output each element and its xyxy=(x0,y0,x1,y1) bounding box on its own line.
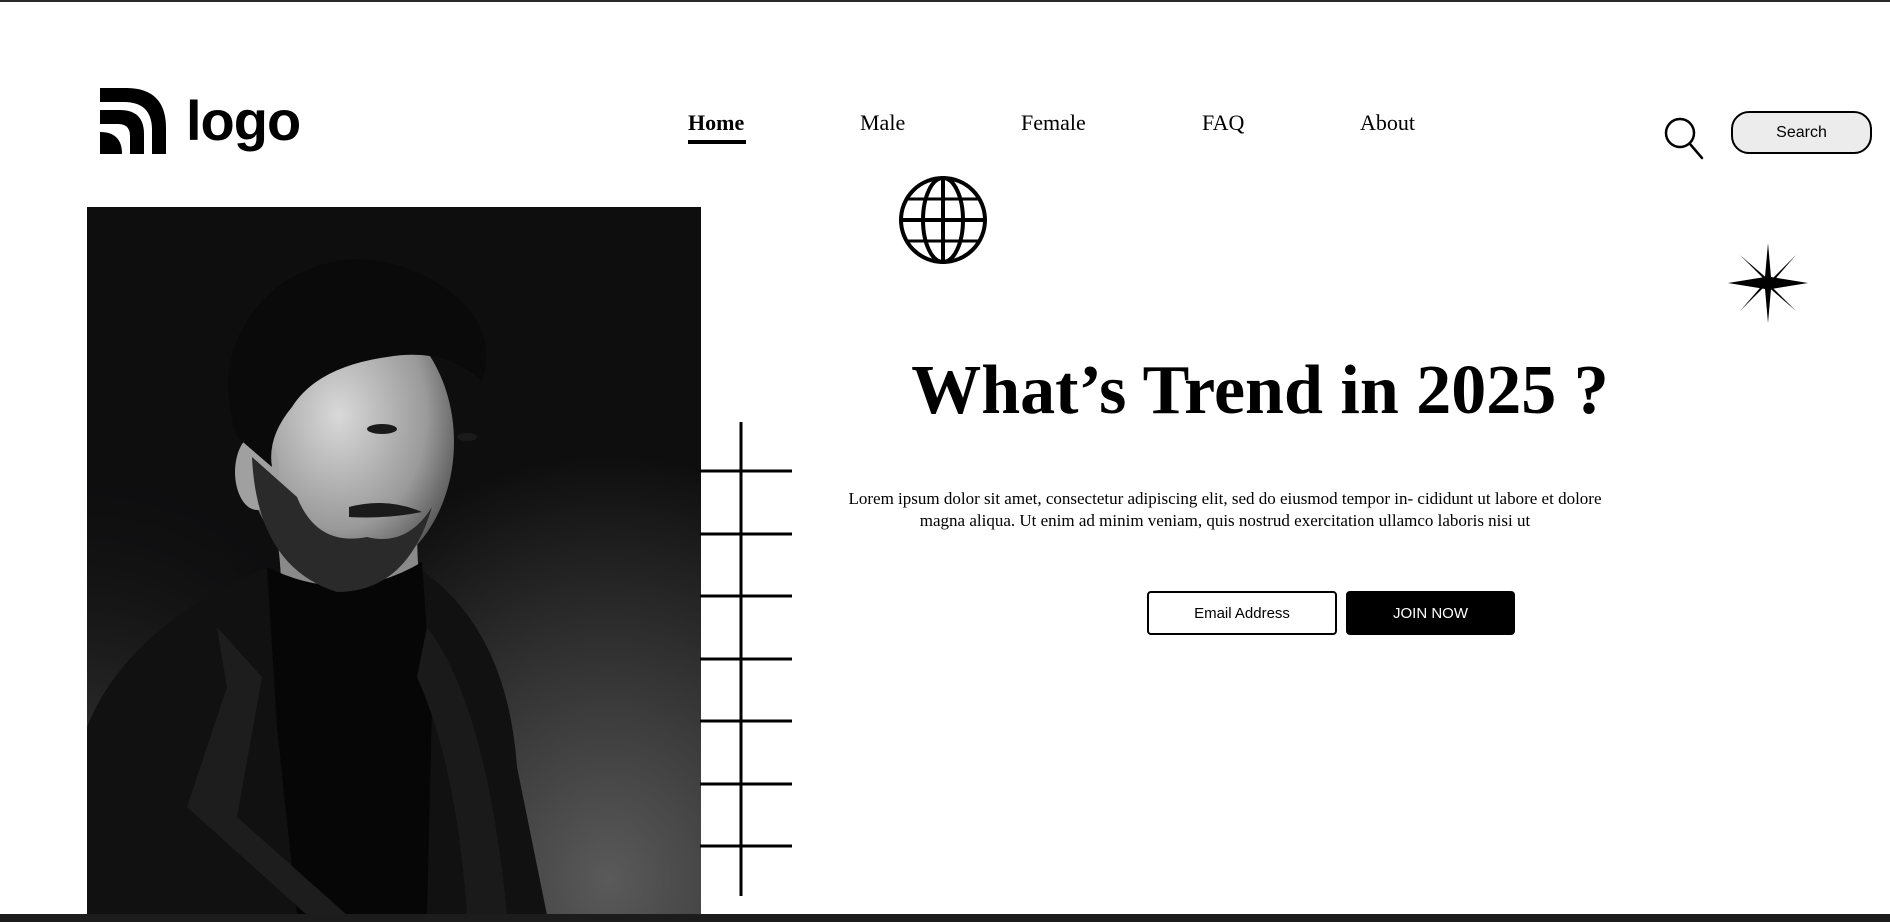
site-logo[interactable]: logo xyxy=(100,86,301,156)
window-top-border xyxy=(0,0,1890,2)
nav-male[interactable]: Male xyxy=(860,110,905,136)
join-now-button[interactable]: JOIN NOW xyxy=(1346,591,1515,635)
nav-home[interactable]: Home xyxy=(688,110,744,136)
hero-lede: Lorem ipsum dolor sit amet, consectetur … xyxy=(848,489,1602,530)
logo-icon xyxy=(100,88,166,154)
sparkle-icon xyxy=(1728,243,1808,323)
ladder-lines xyxy=(700,422,792,896)
nav-faq[interactable]: FAQ xyxy=(1202,110,1244,136)
window-bottom-strip xyxy=(0,914,1890,922)
globe-icon xyxy=(899,176,987,264)
hero-headline: What’s Trend in 2025 ? xyxy=(911,352,1609,429)
nav-active-underline xyxy=(688,140,746,144)
nav-female[interactable]: Female xyxy=(1021,110,1086,136)
search-icon[interactable] xyxy=(1664,116,1704,160)
nav-about[interactable]: About xyxy=(1360,110,1415,136)
email-field[interactable] xyxy=(1147,591,1337,635)
search-button[interactable]: Search xyxy=(1731,111,1872,154)
portrait-photo xyxy=(87,207,701,915)
portrait-illustration xyxy=(87,207,701,915)
logo-text: logo xyxy=(186,89,301,152)
